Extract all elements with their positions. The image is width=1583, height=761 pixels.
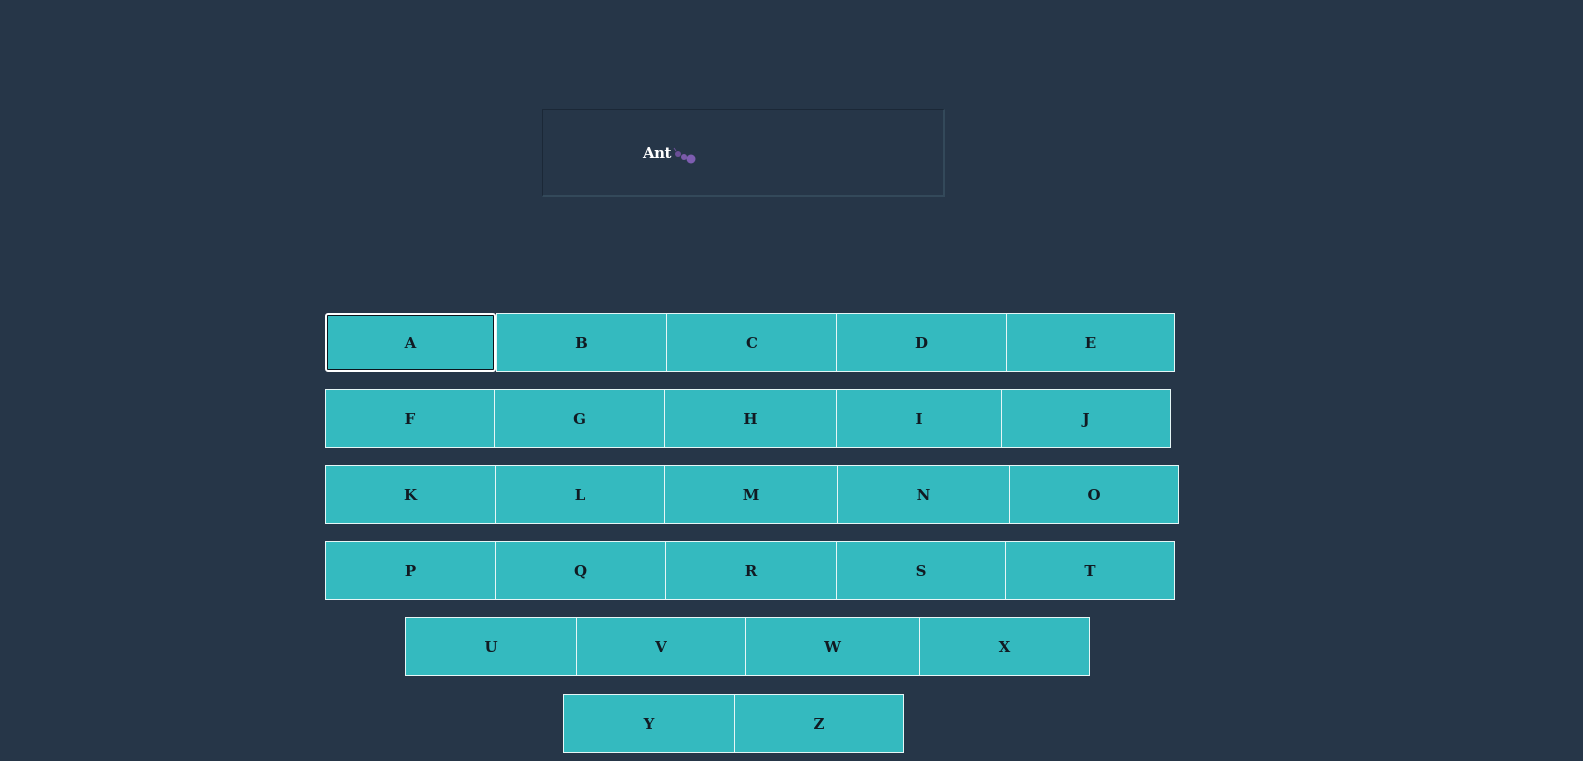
key-q[interactable]: Q (495, 541, 666, 600)
key-c[interactable]: C (666, 313, 838, 372)
key-p[interactable]: P (325, 541, 496, 600)
key-w[interactable]: W (745, 617, 920, 676)
word-card: Ant (542, 109, 945, 197)
key-a[interactable]: A (325, 313, 496, 372)
key-z[interactable]: Z (734, 694, 904, 753)
key-o[interactable]: O (1009, 465, 1179, 524)
key-g[interactable]: G (494, 389, 665, 448)
key-t[interactable]: T (1005, 541, 1175, 600)
key-l[interactable]: L (495, 465, 665, 524)
key-v[interactable]: V (576, 617, 746, 676)
game-stage: Ant A B C D E F G H I J K L M N O P Q R … (0, 0, 1583, 761)
key-e[interactable]: E (1006, 313, 1175, 372)
ant-icon (673, 146, 697, 166)
key-f[interactable]: F (325, 389, 495, 448)
key-m[interactable]: M (664, 465, 838, 524)
key-s[interactable]: S (836, 541, 1006, 600)
key-j[interactable]: J (1001, 389, 1171, 448)
target-word: Ant (643, 144, 671, 162)
key-i[interactable]: I (836, 389, 1002, 448)
key-u[interactable]: U (405, 617, 577, 676)
key-b[interactable]: B (496, 313, 667, 372)
key-k[interactable]: K (325, 465, 496, 524)
key-y[interactable]: Y (563, 694, 735, 753)
key-r[interactable]: R (665, 541, 837, 600)
key-d[interactable]: D (836, 313, 1007, 372)
key-n[interactable]: N (837, 465, 1010, 524)
key-x[interactable]: X (919, 617, 1090, 676)
key-h[interactable]: H (664, 389, 837, 448)
